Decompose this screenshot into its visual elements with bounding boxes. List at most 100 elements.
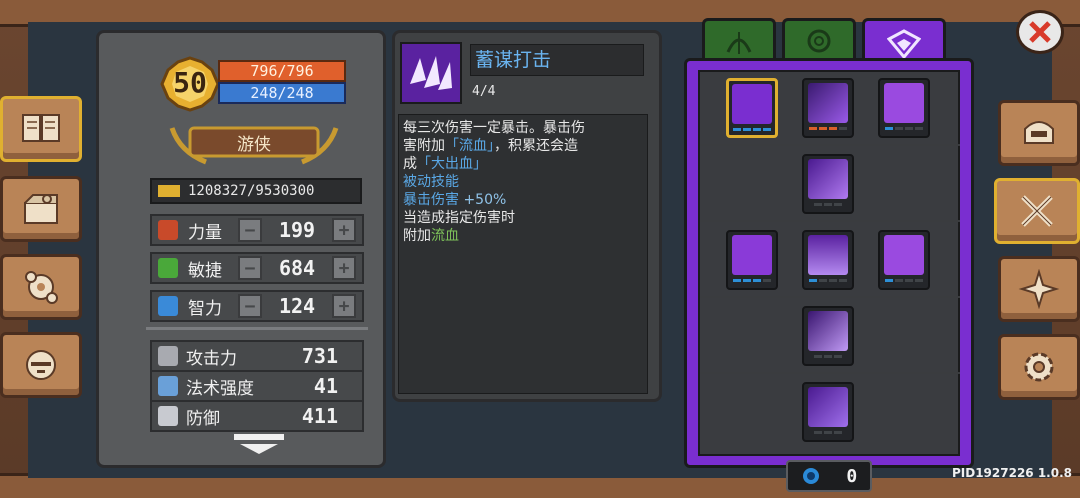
skill-slot[interactable]: [878, 78, 930, 138]
gear-icon: [1024, 352, 1054, 382]
bow-icon: [726, 31, 752, 54]
combat-stat-label: 法术强度: [186, 378, 254, 399]
skill-slot-selected[interactable]: [726, 78, 778, 138]
hp-value: 796/796: [250, 62, 314, 80]
description-fragment: +50%: [463, 192, 507, 208]
mp-bar: 248/248: [218, 82, 346, 104]
rogue-emblem-icon: [887, 28, 921, 59]
gears-icon: [25, 271, 58, 304]
helmet-icon: [1024, 121, 1054, 144]
skill-slot[interactable]: [802, 154, 854, 214]
hp-bar: 796/796: [218, 60, 346, 82]
skill-rank: 4/4: [472, 84, 496, 99]
increase-button[interactable]: +: [332, 256, 356, 280]
skill-slot[interactable]: [802, 78, 854, 138]
attribute-label: 智力: [188, 298, 222, 319]
shield-up-icon: [884, 235, 924, 275]
crossed-swords-icon: [1021, 195, 1053, 227]
description-line: 被动技能: [403, 173, 643, 191]
heal-cross-icon: [884, 83, 924, 123]
spiral-gem-icon: [802, 468, 819, 484]
description-line: 害附加「流血」，积累还会造: [403, 137, 643, 155]
description-fragment: 被动技能: [403, 174, 459, 190]
class-banner: 游侠: [166, 122, 342, 166]
combat-stat-label: 防御: [186, 408, 220, 429]
description-fragment: ，积累还会造: [494, 138, 578, 154]
level-badge: 50: [158, 56, 222, 112]
agility-icon: [158, 258, 178, 278]
attribute-row: 智力 − 124 +: [150, 290, 364, 322]
description-line: 当造成指定伤害时: [403, 209, 643, 227]
description-line: 暴击伤害 +50%: [403, 191, 643, 209]
description-fragment: 「大出血」: [417, 156, 487, 172]
game-screen: 50 796/796 248/248 游侠 1208327/9530300 力量…: [0, 0, 1080, 498]
swirl-icon: [807, 29, 831, 52]
tab-talents[interactable]: [998, 256, 1080, 322]
close-button[interactable]: [1016, 10, 1064, 54]
attribute-label: 力量: [188, 222, 222, 243]
tab-pet[interactable]: [0, 332, 82, 398]
skill-slot[interactable]: [726, 230, 778, 290]
decrease-button[interactable]: −: [238, 218, 262, 242]
description-fragment: 暴击伤害: [403, 192, 464, 208]
skill-slot[interactable]: [802, 230, 854, 290]
book-icon: [22, 114, 60, 142]
increase-button[interactable]: +: [332, 218, 356, 242]
combat-stat-row: 攻击力 731: [150, 340, 364, 372]
star-burst-icon: [1018, 269, 1060, 309]
decrease-button[interactable]: −: [238, 256, 262, 280]
dagger-throw-icon: [808, 159, 848, 199]
attribute-value: 124: [278, 294, 316, 318]
gold-icon: [158, 185, 180, 197]
tree-tab-swirl[interactable]: [782, 18, 856, 60]
description-line: 附加流血: [403, 227, 643, 245]
exp-value: 1208327/9530300: [188, 183, 315, 199]
level-value: 50: [173, 66, 207, 99]
skill-description: 每三次伤害一定暴击。暴击伤 害附加「流血」，积累还会造 成「大出血」 被动技能 暴击伤害…: [398, 114, 648, 394]
face-icon: [26, 350, 56, 380]
intellect-icon: [158, 296, 178, 316]
class-name: 游侠: [237, 135, 271, 155]
tab-book[interactable]: [0, 96, 82, 162]
description-fragment: 每三次伤害一定暴击。暴击伤: [403, 120, 585, 136]
skill-points-value: 0: [846, 465, 858, 487]
description-fragment: 「流血」: [445, 138, 494, 154]
tab-skills[interactable]: [994, 178, 1080, 244]
light-pillar-icon: [808, 235, 848, 275]
attribute-label: 敏捷: [188, 260, 222, 281]
claw-strike-icon: [402, 44, 460, 102]
increase-button[interactable]: +: [332, 294, 356, 318]
dash-strike-icon: [808, 311, 848, 351]
shield-icon: [158, 406, 178, 426]
tab-materials[interactable]: [0, 254, 82, 320]
skill-slot[interactable]: [802, 306, 854, 366]
combat-stat-value: 41: [313, 374, 338, 398]
exp-bar: 1208327/9530300: [150, 178, 362, 204]
skill-slot[interactable]: [878, 230, 930, 290]
tree-tab-bow[interactable]: [702, 18, 776, 60]
combat-stat-label: 攻击力: [186, 348, 237, 369]
scroll-down-button[interactable]: [234, 434, 284, 458]
wand-icon: [158, 376, 178, 396]
version-label: PID1927226 1.0.8: [951, 466, 1072, 480]
tab-inventory[interactable]: [0, 176, 82, 242]
multi-blade-icon: [808, 387, 848, 427]
tab-helmet[interactable]: [998, 100, 1080, 166]
description-line: 成「大出血」: [403, 155, 643, 173]
decrease-button[interactable]: −: [238, 294, 262, 318]
description-fragment: 流血: [431, 228, 459, 244]
divider: [146, 327, 368, 330]
piercing-shot-icon: [808, 83, 848, 123]
description-fragment: 成: [403, 156, 417, 172]
skill-points-counter: 0: [786, 460, 872, 492]
skill-slot[interactable]: [802, 382, 854, 442]
attribute-row: 力量 − 199 +: [150, 214, 364, 246]
chevron-down-icon: [234, 434, 284, 454]
skill-name: 蓄谋打击: [470, 44, 644, 76]
combat-stat-value: 731: [301, 344, 338, 368]
skill-detail-icon: [400, 42, 462, 104]
description-fragment: 附加: [403, 228, 431, 244]
close-icon: [1029, 21, 1051, 43]
mp-value: 248/248: [250, 84, 314, 102]
tab-settings[interactable]: [998, 334, 1080, 400]
